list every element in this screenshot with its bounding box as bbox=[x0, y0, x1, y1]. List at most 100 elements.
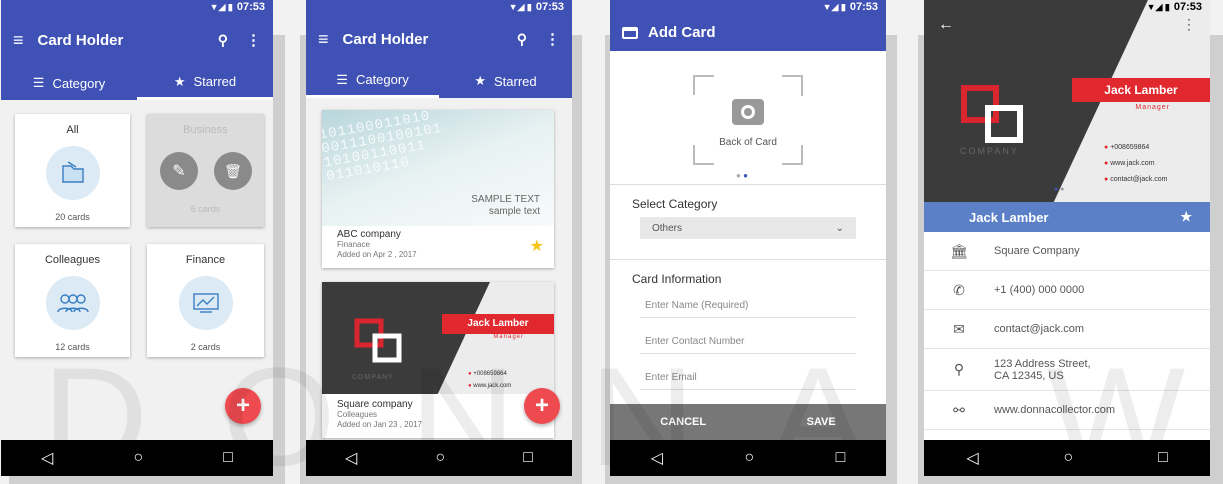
screen-title: Add Card bbox=[648, 24, 716, 41]
tab-starred[interactable]: ★ Starred bbox=[137, 66, 273, 100]
status-bar: ▼◢ ▮ 07:53 bbox=[822, 1, 878, 13]
more-icon[interactable]: ⋮ bbox=[246, 31, 261, 49]
company-name: ABC company bbox=[337, 229, 401, 240]
delete-button[interactable]: 🗑 bbox=[214, 152, 252, 190]
back-icon[interactable]: ◁ bbox=[651, 448, 663, 468]
cancel-button[interactable]: CANCEL bbox=[660, 416, 706, 428]
system-nav-bar: ◁ ○ □ bbox=[610, 440, 886, 476]
status-bar: ▼◢ ▮ 07:53 bbox=[1146, 1, 1202, 13]
card-category: Finanace bbox=[337, 240, 370, 249]
list-icon: ☰ bbox=[336, 71, 348, 87]
app-title: Card Holder bbox=[342, 30, 429, 48]
star-icon[interactable]: ★ bbox=[1180, 209, 1192, 225]
page-indicator: ● ● bbox=[1054, 186, 1065, 193]
company-name: Square company bbox=[337, 399, 413, 410]
back-arrow-icon[interactable]: ← bbox=[938, 16, 954, 34]
add-card-fab[interactable]: + bbox=[225, 388, 261, 424]
system-nav-bar: ◁ ○ □ bbox=[924, 440, 1210, 476]
card-image: 101100011010 0011100100101 10100110011 0110… bbox=[322, 110, 554, 226]
star-icon[interactable]: ★ bbox=[530, 236, 544, 256]
people-icon bbox=[45, 276, 100, 330]
globe-icon: ● bbox=[468, 383, 472, 389]
edit-button[interactable]: ✎ bbox=[160, 152, 198, 190]
recents-icon[interactable]: □ bbox=[836, 449, 846, 467]
business-card-item[interactable]: 101100011010 0011100100101 10100110011 0110… bbox=[322, 110, 554, 268]
info-row-address[interactable]: ⚲ 123 Address Street, CA 12345, US bbox=[924, 349, 1210, 391]
back-icon[interactable]: ◁ bbox=[966, 448, 978, 468]
status-bar: ▼◢ ▮ 07:53 bbox=[508, 1, 564, 13]
system-nav-bar: ◁ ○ □ bbox=[1, 440, 273, 476]
pin-icon: ⚲ bbox=[953, 361, 965, 377]
bank-icon: 🏛 bbox=[950, 242, 968, 259]
name-field[interactable]: Enter Name (Required) bbox=[640, 294, 856, 318]
home-icon[interactable]: ○ bbox=[744, 449, 754, 467]
home-icon[interactable]: ○ bbox=[435, 449, 445, 467]
recents-icon[interactable]: □ bbox=[523, 449, 533, 467]
home-icon[interactable]: ○ bbox=[1063, 449, 1073, 467]
chevron-down-icon: ⌄ bbox=[835, 222, 844, 234]
business-card-item[interactable]: COMPANY Jack Lamber Manager ● +008659864… bbox=[322, 282, 554, 438]
info-row-phone[interactable]: ✆ +1 (400) 000 0000 bbox=[924, 271, 1210, 310]
screen-category: ▼◢ ▮ 07:53 ≡ Card Holder ⚲ ⋮ ☰ Category ★ S… bbox=[1, 0, 273, 476]
camera-icon bbox=[732, 99, 764, 125]
info-row-website[interactable]: ⚯ www.donnacollector.com bbox=[924, 391, 1210, 430]
card-image: ▼◢ ▮ 07:53 ← ⋮ COMPANY Jack Lamber Manage… bbox=[924, 0, 1210, 202]
card-info-label: Card Information bbox=[610, 259, 886, 288]
company-logo bbox=[354, 318, 402, 363]
phone-icon: ● bbox=[1104, 144, 1109, 151]
menu-icon[interactable]: ≡ bbox=[13, 30, 24, 51]
photo-area[interactable]: Back of Card ● ● bbox=[610, 51, 886, 185]
contact-name: Jack Lamber bbox=[969, 209, 1049, 225]
email-field[interactable]: Enter Email bbox=[640, 366, 856, 390]
page-indicator: ● ● bbox=[736, 171, 748, 180]
pencil-icon: ✎ bbox=[172, 163, 186, 180]
screen-card-list: ▼◢ ▮ 07:53 ≡ Card Holder ⚲ ⋮ ☰ Category ★ S… bbox=[306, 0, 572, 476]
card-image: COMPANY Jack Lamber Manager ● +008659864… bbox=[322, 282, 554, 394]
app-title: Card Holder bbox=[37, 31, 124, 49]
globe-icon: ● bbox=[1104, 160, 1109, 167]
select-category-label: Select Category bbox=[632, 197, 718, 211]
more-icon[interactable]: ⋮ bbox=[545, 30, 560, 48]
photo-label: Back of Card bbox=[719, 137, 777, 148]
category-card-all[interactable]: All 20 cards bbox=[15, 114, 130, 227]
plus-icon: + bbox=[534, 392, 549, 419]
system-nav-bar: ◁ ○ □ bbox=[306, 440, 572, 476]
more-icon[interactable]: ⋮ bbox=[1182, 16, 1196, 33]
company-logo bbox=[961, 85, 1023, 143]
back-icon[interactable]: ◁ bbox=[41, 448, 53, 468]
search-icon[interactable]: ⚲ bbox=[517, 31, 527, 48]
tab-category[interactable]: ☰ Category bbox=[306, 64, 439, 98]
link-icon: ⚯ bbox=[953, 401, 965, 418]
added-date: Added on Jan 23 , 2017 bbox=[337, 420, 422, 429]
home-icon[interactable]: ○ bbox=[133, 449, 143, 467]
menu-icon[interactable]: ≡ bbox=[318, 29, 329, 50]
contact-number-field[interactable]: Enter Contact Number bbox=[640, 330, 856, 354]
category-select[interactable]: Others ⌄ bbox=[640, 217, 856, 239]
tab-category[interactable]: ☰ Category bbox=[1, 66, 137, 100]
add-card-fab[interactable]: + bbox=[524, 388, 560, 424]
status-bar: ▼◢ ▮ 07:53 bbox=[209, 1, 265, 13]
recents-icon[interactable]: □ bbox=[1158, 449, 1168, 467]
category-card-finance[interactable]: Finance 2 cards bbox=[147, 244, 264, 357]
phone-icon: ✆ bbox=[953, 281, 965, 298]
added-date: Added on Apr 2 , 2017 bbox=[337, 250, 417, 259]
signal-icon: ▼◢ ▮ bbox=[508, 1, 532, 12]
search-icon[interactable]: ⚲ bbox=[218, 32, 228, 49]
recents-icon[interactable]: □ bbox=[223, 449, 233, 467]
trash-icon: 🗑 bbox=[224, 162, 242, 179]
app-header: ▼◢ ▮ 07:53 Add Card bbox=[610, 0, 886, 51]
mail-icon: ✉ bbox=[953, 320, 965, 337]
plus-icon: + bbox=[235, 392, 250, 419]
signal-icon: ▼◢ ▮ bbox=[1146, 1, 1170, 12]
contact-header: Jack Lamber ★ bbox=[924, 202, 1210, 232]
tab-starred[interactable]: ★ Starred bbox=[439, 64, 572, 98]
category-card-colleagues[interactable]: Colleagues 12 cards bbox=[15, 244, 130, 357]
save-button[interactable]: SAVE bbox=[807, 416, 836, 428]
app-header: ▼◢ ▮ 07:53 ≡ Card Holder ⚲ ⋮ ☰ Category ★ S… bbox=[1, 0, 273, 100]
star-icon: ★ bbox=[173, 73, 186, 89]
back-icon[interactable]: ◁ bbox=[345, 448, 357, 468]
category-card-business[interactable]: Business 6 cards ✎ 🗑 bbox=[147, 114, 264, 227]
card-icon bbox=[622, 26, 638, 39]
info-row-email[interactable]: ✉ contact@jack.com bbox=[924, 310, 1210, 349]
star-icon: ★ bbox=[474, 73, 486, 88]
